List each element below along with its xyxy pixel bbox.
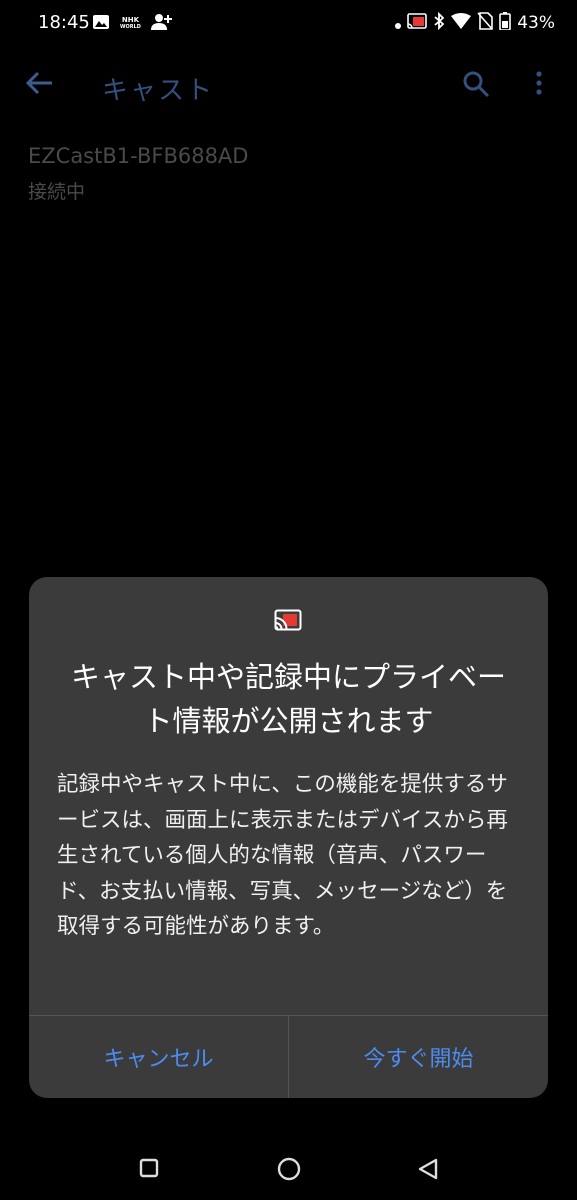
dot-icon bbox=[395, 14, 402, 33]
status-time: 18:45 bbox=[38, 12, 90, 33]
device-name[interactable]: EZCastB1-BFB688AD bbox=[28, 144, 248, 168]
cast-icon bbox=[274, 609, 302, 635]
image-icon bbox=[92, 14, 110, 34]
battery-icon bbox=[499, 12, 512, 34]
cancel-button[interactable]: キャンセル bbox=[29, 1016, 288, 1098]
dialog-title: キャスト中や記録中にプライベート情報が公開されます bbox=[70, 660, 506, 738]
wifi-icon bbox=[451, 13, 472, 33]
back-icon[interactable] bbox=[417, 1157, 439, 1185]
search-icon[interactable] bbox=[462, 70, 490, 102]
dialog-message: 記録中やキャスト中に、この機能を提供するサービスは、画面上に表示またはデバイスか… bbox=[57, 772, 508, 939]
navigation-bar bbox=[0, 1130, 577, 1200]
home-icon[interactable] bbox=[277, 1157, 301, 1185]
notification-icons: NHK WORLD bbox=[92, 14, 173, 34]
page-title: キャスト bbox=[102, 76, 215, 106]
nhk-world-icon: NHK WORLD bbox=[120, 17, 141, 31]
more-options-icon[interactable] bbox=[535, 70, 543, 100]
world-label: WORLD bbox=[120, 24, 141, 30]
battery-percent: 43% bbox=[517, 13, 555, 33]
add-person-icon bbox=[150, 13, 173, 35]
status-bar: 18:45 NHK WORLD 43% bbox=[0, 0, 577, 48]
start-now-button[interactable]: 今すぐ開始 bbox=[289, 1016, 548, 1098]
system-icons: 43% bbox=[395, 11, 555, 34]
no-sim-icon bbox=[477, 12, 494, 34]
bluetooth-icon bbox=[433, 11, 445, 34]
cast-status-icon bbox=[407, 13, 428, 33]
recents-icon[interactable] bbox=[139, 1158, 159, 1182]
device-status: 接続中 bbox=[28, 181, 86, 203]
cast-permission-dialog: キャスト中や記録中にプライベート情報が公開されます 記録中やキャスト中に、この機… bbox=[29, 577, 548, 1098]
back-arrow-icon[interactable] bbox=[24, 70, 54, 100]
app-bar: キャスト bbox=[0, 50, 577, 120]
nhk-label: NHK bbox=[121, 16, 140, 24]
